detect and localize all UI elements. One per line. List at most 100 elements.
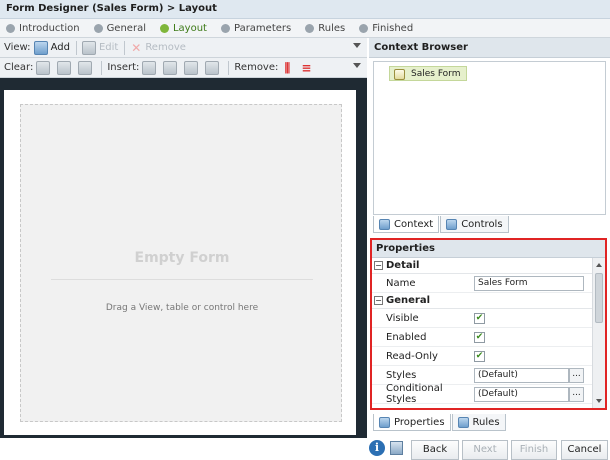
step-finished[interactable]: Finished	[359, 23, 413, 34]
collapse-icon[interactable]: −	[374, 261, 383, 270]
remove-column-icon: ⫼	[284, 60, 291, 75]
context-icon	[379, 218, 390, 230]
properties-icon	[379, 416, 390, 428]
readonly-checkbox[interactable]: ✔	[474, 350, 485, 362]
view-toolbar: View: Add Edit ✕ Remove	[0, 38, 367, 58]
tab-properties[interactable]: Properties	[373, 414, 451, 431]
clear-all-icon	[78, 60, 93, 75]
step-status-icon	[93, 23, 103, 33]
property-label: Read-Only	[386, 350, 438, 362]
remove-row-icon: ≡	[301, 60, 312, 75]
visible-checkbox[interactable]: ✔	[474, 312, 485, 324]
tab-controls[interactable]: Controls	[440, 216, 509, 233]
form-drop-zone[interactable]: Empty Form Drag a View, table or control…	[20, 104, 342, 422]
wizard-footer: i Back Next Finish Cancel	[0, 438, 610, 460]
scroll-thumb[interactable]	[595, 273, 603, 323]
step-label: Rules	[318, 22, 346, 34]
toolbar-dropdown-icon[interactable]	[353, 43, 361, 48]
property-row-readonly: Read-Only ✔	[372, 347, 592, 366]
remove-label: Remove	[145, 42, 186, 53]
tab-rules[interactable]: Rules	[451, 414, 506, 431]
tab-label: Properties	[394, 416, 445, 428]
clear-cell-icon	[36, 60, 51, 75]
step-rules[interactable]: Rules	[305, 23, 345, 34]
enabled-checkbox[interactable]: ✔	[474, 331, 485, 343]
step-general[interactable]: General	[93, 22, 146, 34]
property-row-conditional-styles: Conditional Styles (Default)...	[372, 383, 592, 405]
next-button[interactable]: Next	[462, 440, 508, 460]
insert-row-below-button[interactable]	[205, 60, 222, 75]
step-label: Parameters	[233, 22, 292, 34]
controls-icon	[446, 218, 458, 230]
step-status-icon	[220, 23, 230, 33]
property-row-name: Name Sales Form	[372, 274, 592, 293]
conditional-styles-ellipsis-button[interactable]: ...	[569, 386, 584, 402]
edit-view-button[interactable]: Edit	[81, 40, 119, 55]
finish-button[interactable]: Finish	[511, 440, 557, 460]
section-label: General	[386, 295, 430, 306]
insert-label: Insert:	[107, 62, 140, 73]
step-layout[interactable]: Layout	[159, 22, 207, 34]
properties-panel: Properties − Detail Name Sales Form − Gene…	[370, 238, 607, 410]
clear-row-button[interactable]	[57, 60, 74, 75]
step-label: Layout	[172, 22, 207, 34]
rules-icon	[457, 416, 469, 428]
property-row-enabled: Enabled ✔	[372, 328, 592, 347]
remove-column-button[interactable]: ⫼	[281, 62, 296, 74]
section-detail[interactable]: − Detail	[372, 258, 592, 274]
window-title: Form Designer (Sales Form) > Layout	[0, 0, 610, 19]
form-icon	[394, 68, 405, 80]
tab-label: Rules	[472, 416, 500, 428]
remove-row-button[interactable]: ≡	[300, 62, 315, 74]
info-icon[interactable]: i	[369, 440, 385, 456]
remove-view-button[interactable]: ✕ Remove	[130, 42, 186, 54]
properties-grid: − Detail Name Sales Form − General Visible…	[372, 258, 592, 408]
properties-scrollbar[interactable]	[592, 258, 605, 408]
clear-row-icon	[57, 60, 72, 75]
styles-ellipsis-button[interactable]: ...	[569, 367, 584, 383]
save-icon[interactable]	[390, 441, 403, 455]
step-active-icon	[159, 23, 169, 33]
step-parameters[interactable]: Parameters	[220, 22, 292, 34]
tab-context[interactable]: Context	[373, 216, 440, 233]
empty-form-title: Empty Form	[134, 250, 230, 266]
add-label: Add	[50, 42, 70, 53]
clear-cell-button[interactable]	[36, 60, 53, 75]
toolbar-separator	[228, 60, 230, 75]
toolbar-separator	[124, 40, 126, 55]
context-tabs: Context Controls	[373, 216, 510, 233]
step-status-icon	[359, 23, 369, 33]
back-button[interactable]: Back	[411, 440, 459, 460]
step-label: General	[106, 22, 146, 34]
tab-label: Context	[394, 218, 434, 230]
toolbar-separator	[101, 60, 103, 75]
toolbar-dropdown-icon[interactable]	[353, 63, 361, 68]
insert-row-above-button[interactable]	[184, 60, 201, 75]
tree-item-sales-form[interactable]: Sales Form	[389, 66, 467, 81]
insert-column-left-button[interactable]	[142, 60, 159, 75]
insert-column-right-button[interactable]	[163, 60, 180, 75]
drop-hint: Drag a View, table or control here	[105, 303, 259, 313]
step-label: Introduction	[19, 22, 80, 34]
clear-all-button[interactable]	[78, 60, 95, 75]
name-field[interactable]: Sales Form	[474, 275, 584, 291]
remove-label: Remove:	[234, 62, 279, 73]
conditional-styles-field[interactable]: (Default)	[474, 386, 569, 402]
edit-icon	[81, 40, 96, 55]
collapse-icon[interactable]: −	[374, 296, 383, 305]
cancel-button[interactable]: Cancel	[561, 440, 608, 460]
step-label: Finished	[372, 22, 414, 34]
section-general[interactable]: − General	[372, 293, 592, 309]
scroll-down-icon[interactable]	[596, 399, 602, 403]
step-introduction[interactable]: Introduction	[6, 23, 80, 34]
styles-field[interactable]: (Default)	[474, 367, 569, 383]
side-panel: Context Browser Sales Form Context Contr…	[369, 38, 610, 438]
scroll-up-icon[interactable]	[596, 263, 602, 267]
property-label: Enabled	[386, 331, 427, 343]
add-view-button[interactable]: Add	[33, 40, 70, 55]
toolbar-separator	[75, 40, 77, 55]
property-label: Visible	[386, 312, 419, 324]
property-label: Conditional Styles	[386, 383, 443, 405]
insert-row-below-icon	[205, 60, 220, 75]
edit-label: Edit	[98, 42, 119, 53]
